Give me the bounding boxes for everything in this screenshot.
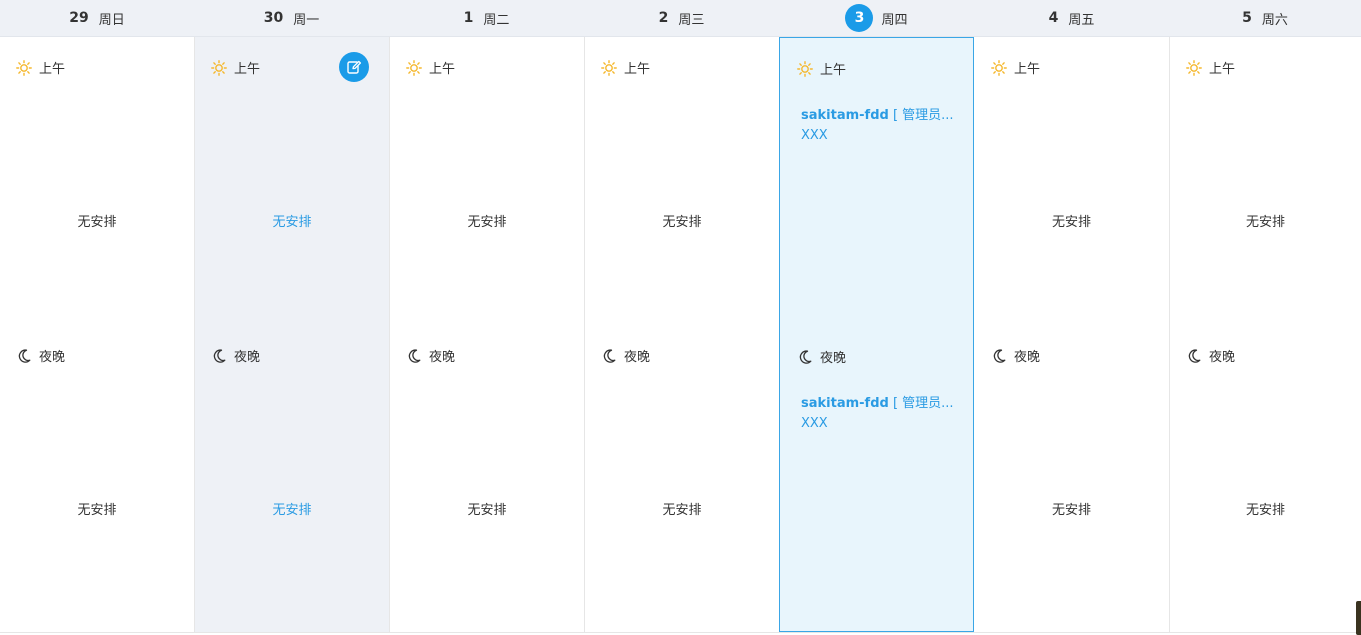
day-column-thu-today[interactable]: 上午 sakitam-fdd [ 管理员... XXX 夜晚 sakitam-f… <box>779 37 974 632</box>
today-badge: 3 <box>845 4 874 32</box>
morning-slot-label: 上午 <box>211 58 260 77</box>
empty-slot-text: 无安排 <box>1245 215 1285 230</box>
schedule-entry-evening[interactable]: sakitam-fdd [ 管理员... XXX <box>801 394 961 434</box>
edit-button[interactable] <box>339 52 369 82</box>
empty-slot-text: 无安排 <box>467 215 507 230</box>
day-header-wed[interactable]: 2 周三 <box>584 0 779 36</box>
empty-slot-text: 无安排 <box>77 503 117 518</box>
slot-label-text: 上午 <box>39 62 66 77</box>
day-number: 1 <box>463 10 474 26</box>
entry-role: [ 管理员... <box>888 108 954 123</box>
evening-slot-label: 夜晚 <box>601 346 650 365</box>
moon-icon <box>18 349 31 363</box>
slot-label-text: 夜晚 <box>624 350 651 365</box>
evening-slot-label: 夜晚 <box>406 346 455 365</box>
day-number: 4 <box>1048 10 1059 26</box>
day-number: 29 <box>69 10 89 26</box>
slot-label-text: 夜晚 <box>1014 350 1041 365</box>
evening-slot-label: 夜晚 <box>797 347 846 366</box>
day-number: 30 <box>263 10 284 26</box>
empty-slot-text: 无安排 <box>467 503 507 518</box>
slot-label-text: 夜晚 <box>429 350 456 365</box>
entry-detail: XXX <box>801 128 828 143</box>
slot-label-text: 夜晚 <box>234 350 261 365</box>
empty-slot-text: 无安排 <box>1051 503 1091 518</box>
sun-icon <box>991 59 1007 76</box>
day-header-tue[interactable]: 1 周二 <box>389 0 584 36</box>
slot-label-text: 夜晚 <box>1209 350 1236 365</box>
entry-title: sakitam-fdd [ 管理员... <box>801 106 961 126</box>
slot-label-text: 上午 <box>234 62 261 77</box>
sun-icon <box>211 59 227 76</box>
empty-slot-text: 无安排 <box>272 503 312 518</box>
day-column-sat[interactable]: 上午 无安排 夜晚 无安排 <box>1170 37 1361 632</box>
day-header-thu[interactable]: 3 周四 <box>779 0 974 36</box>
morning-slot-label: 上午 <box>16 58 65 77</box>
empty-slot-text: 无安排 <box>1051 215 1091 230</box>
evening-slot-label: 夜晚 <box>211 346 260 365</box>
entry-user-name: sakitam-fdd <box>801 108 889 123</box>
sun-icon <box>16 59 32 76</box>
sun-icon <box>601 59 617 76</box>
empty-slot-text: 无安排 <box>77 215 117 230</box>
day-header-fri[interactable]: 4 周五 <box>974 0 1169 36</box>
morning-slot-label: 上午 <box>406 58 455 77</box>
slot-label-text: 上午 <box>624 62 651 77</box>
weekday-label: 周日 <box>98 12 125 28</box>
slot-label-text: 上午 <box>429 62 456 77</box>
sun-icon <box>1186 59 1202 76</box>
empty-slot-text: 无安排 <box>1245 503 1285 518</box>
morning-slot-label: 上午 <box>1186 58 1235 77</box>
evening-slot-label: 夜晚 <box>16 346 65 365</box>
schedule-entry-morning[interactable]: sakitam-fdd [ 管理员... XXX <box>801 106 961 146</box>
weekday-label: 周三 <box>678 12 705 28</box>
day-column-sun[interactable]: 上午 无安排 夜晚 无安排 <box>0 37 195 632</box>
day-header-sun[interactable]: 29 周日 <box>0 0 194 36</box>
empty-slot-text: 无安排 <box>662 503 702 518</box>
empty-slot-text: 无安排 <box>272 215 312 230</box>
moon-icon <box>408 349 421 363</box>
morning-slot-label: 上午 <box>601 58 650 77</box>
entry-title: sakitam-fdd [ 管理员... <box>801 394 961 414</box>
slot-label-text: 上午 <box>1209 62 1236 77</box>
moon-icon <box>799 350 812 364</box>
entry-user-name: sakitam-fdd <box>801 396 889 411</box>
calendar-header: 29 周日 30 周一 1 周二 2 周三 3 周四 4 周五 5 周六 <box>0 0 1361 37</box>
moon-icon <box>993 349 1006 363</box>
day-header-sat[interactable]: 5 周六 <box>1169 0 1361 36</box>
empty-slot-text: 无安排 <box>662 215 702 230</box>
weekday-label: 周五 <box>1068 12 1095 28</box>
day-number: 2 <box>658 10 669 26</box>
weekday-label: 周四 <box>881 12 908 28</box>
day-column-wed[interactable]: 上午 无安排 夜晚 无安排 <box>585 37 780 632</box>
slot-label-text: 上午 <box>820 63 847 78</box>
slot-label-text: 夜晚 <box>820 351 847 366</box>
sun-icon <box>797 60 813 77</box>
moon-icon <box>1188 349 1201 363</box>
moon-icon <box>213 349 226 363</box>
edit-icon <box>347 60 362 74</box>
bottom-divider <box>0 632 1361 633</box>
morning-slot-label: 上午 <box>991 58 1040 77</box>
weekday-label: 周二 <box>483 12 510 28</box>
entry-detail: XXX <box>801 416 828 431</box>
day-header-mon[interactable]: 30 周一 <box>194 0 389 36</box>
day-number: 5 <box>1242 10 1252 26</box>
moon-icon <box>603 349 616 363</box>
entry-role: [ 管理员... <box>888 396 954 411</box>
day-column-fri[interactable]: 上午 无安排 夜晚 无安排 <box>974 37 1170 632</box>
side-handle[interactable] <box>1356 601 1361 635</box>
slot-label-text: 夜晚 <box>39 350 66 365</box>
day-column-tue[interactable]: 上午 无安排 夜晚 无安排 <box>390 37 585 632</box>
slot-label-text: 上午 <box>1014 62 1041 77</box>
day-column-mon[interactable]: 上午 无安排 夜晚 无安排 <box>195 37 390 632</box>
evening-slot-label: 夜晚 <box>1186 346 1235 365</box>
morning-slot-label: 上午 <box>797 59 846 78</box>
evening-slot-label: 夜晚 <box>991 346 1040 365</box>
sun-icon <box>406 59 422 76</box>
weekday-label: 周六 <box>1261 12 1288 28</box>
week-calendar: 29 周日 30 周一 1 周二 2 周三 3 周四 4 周五 5 周六 上午 … <box>0 0 1361 635</box>
weekday-label: 周一 <box>293 12 320 28</box>
